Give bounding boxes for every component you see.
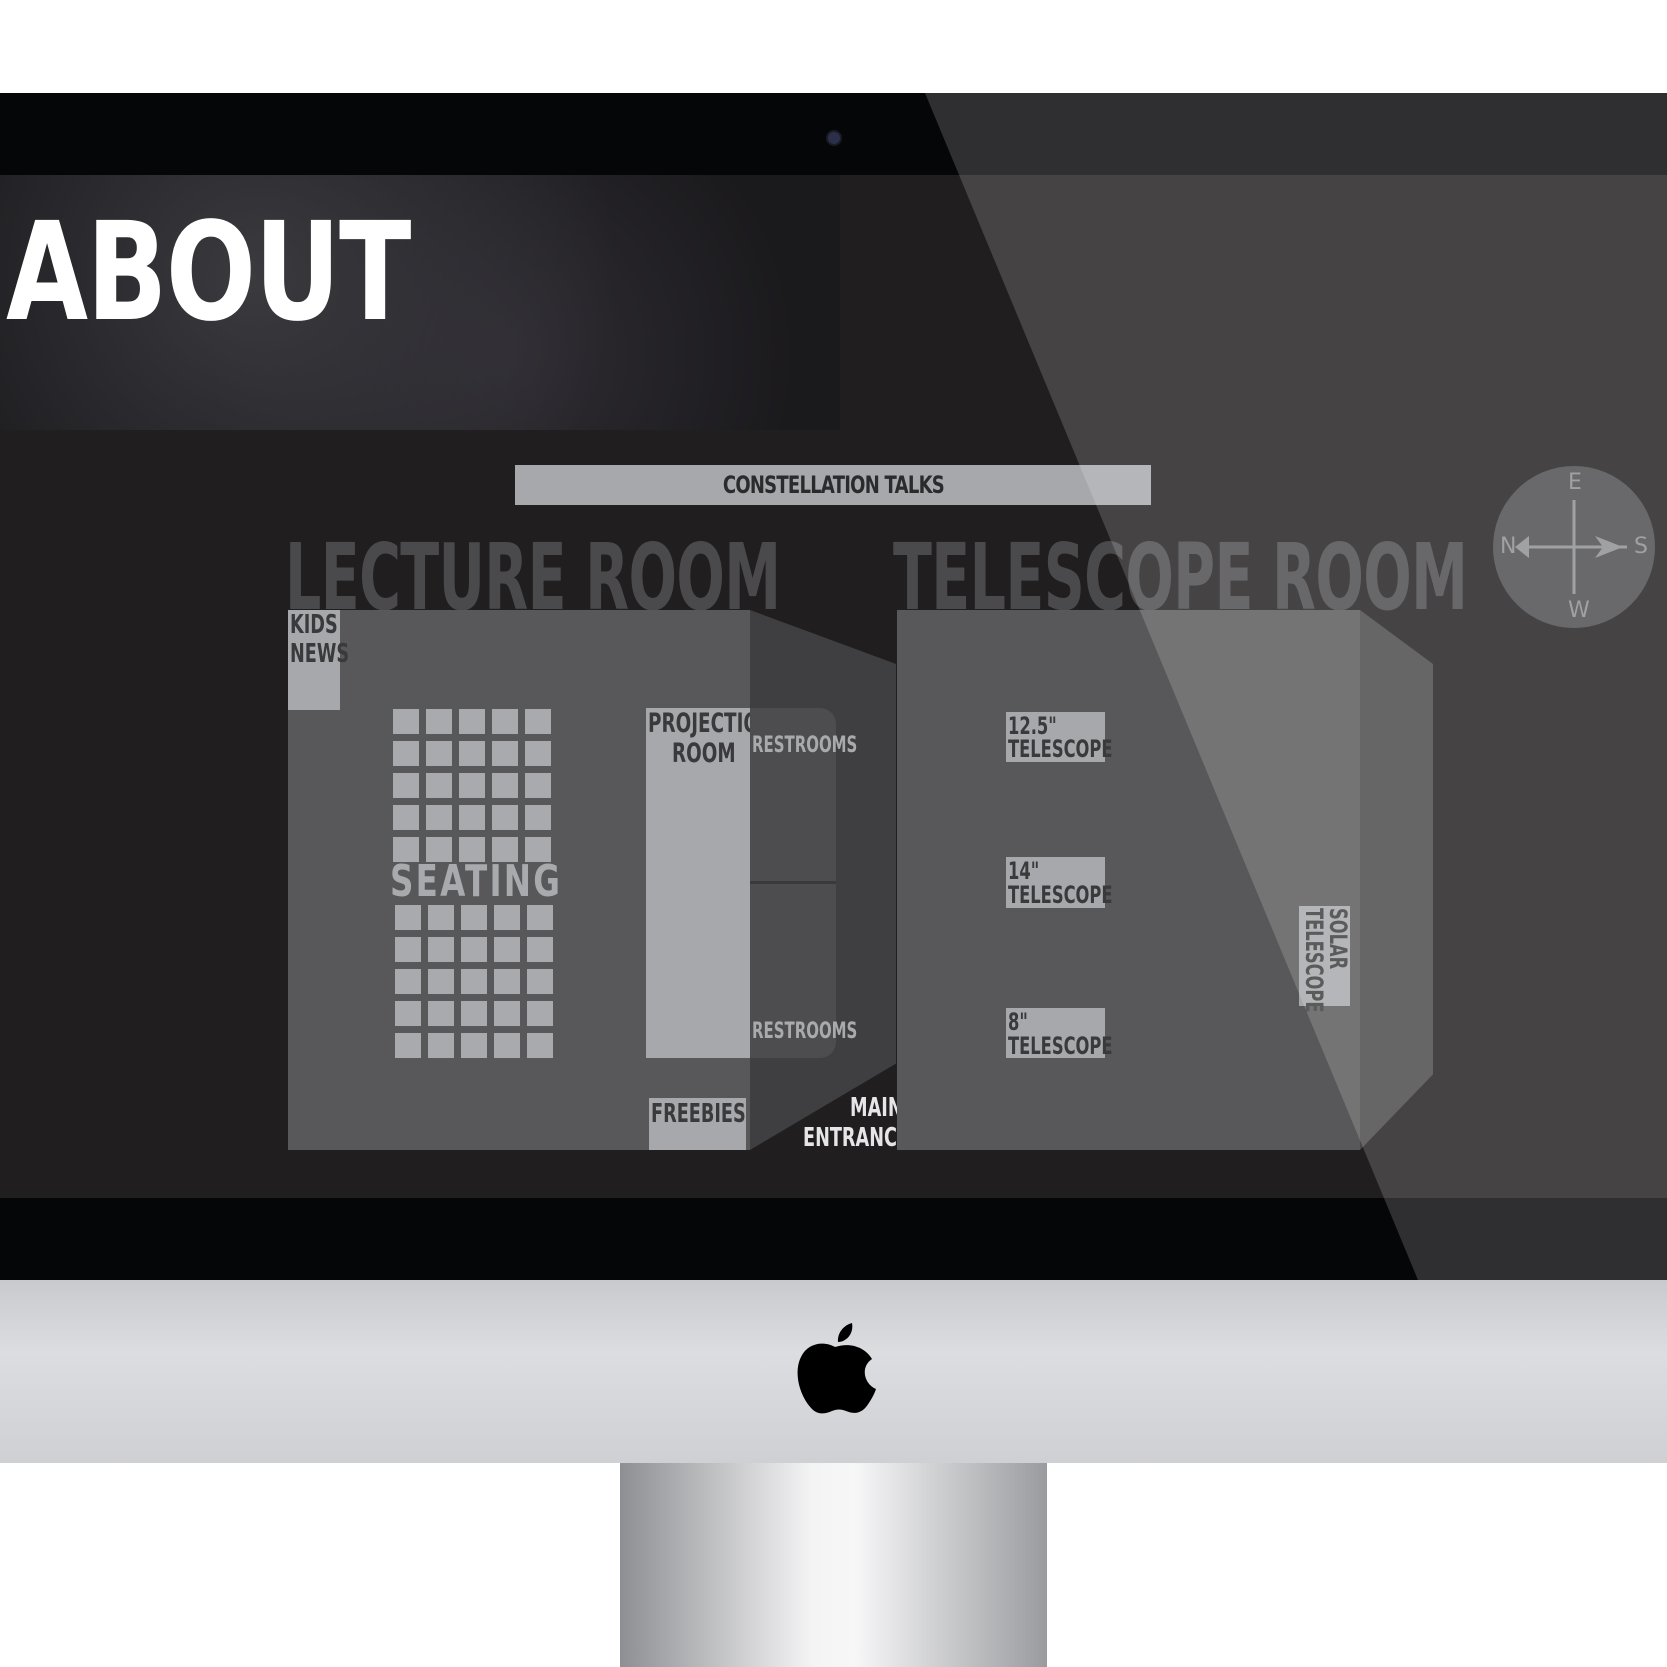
seat	[428, 937, 454, 962]
seat	[395, 1033, 421, 1058]
apple-logo-icon	[790, 1315, 880, 1415]
monitor-screen: ABOUT CONSTELLATION TALKS LECTURE ROOM T…	[0, 175, 1667, 1198]
telescope-8-label: TELESCOPE	[1008, 1032, 1113, 1060]
seat	[492, 709, 518, 734]
seat	[525, 773, 551, 798]
seat	[426, 773, 452, 798]
seat	[527, 905, 553, 930]
camera-icon	[826, 130, 842, 146]
seat	[428, 969, 454, 994]
seat	[494, 1001, 520, 1026]
seating-block-bottom	[395, 905, 559, 1058]
seat	[395, 969, 421, 994]
compass-east: E	[1568, 470, 1582, 495]
constellation-talks-label: CONSTELLATION TALKS	[722, 471, 944, 499]
seat	[494, 937, 520, 962]
seat	[428, 905, 454, 930]
seat	[426, 741, 452, 766]
seat	[492, 741, 518, 766]
seat	[459, 709, 485, 734]
monitor-stand	[620, 1463, 1047, 1667]
telescope-14-size: 14"	[1008, 857, 1040, 885]
seating-block-top	[393, 709, 557, 862]
main-entrance-label-2: ENTRANCE	[803, 1123, 910, 1153]
seat	[459, 805, 485, 830]
compass-south: S	[1634, 534, 1648, 559]
seat	[527, 969, 553, 994]
telescope-12-5-label: TELESCOPE	[1008, 735, 1113, 763]
seat	[395, 1001, 421, 1026]
seat	[393, 709, 419, 734]
seating-label: SEATING	[390, 856, 563, 907]
seat	[393, 773, 419, 798]
seat	[527, 1033, 553, 1058]
seat	[494, 1033, 520, 1058]
seat	[428, 1001, 454, 1026]
compass-icon: E W N S	[1493, 466, 1655, 628]
seat	[525, 709, 551, 734]
seat	[461, 937, 487, 962]
seat	[426, 805, 452, 830]
seat	[494, 905, 520, 930]
telescope-8-size: 8"	[1008, 1008, 1028, 1036]
compass-west: W	[1568, 598, 1590, 623]
seat	[395, 937, 421, 962]
seat	[492, 805, 518, 830]
kids-news-label-2: NEWS	[290, 639, 350, 669]
seat	[494, 969, 520, 994]
seat	[395, 905, 421, 930]
seat	[461, 905, 487, 930]
seat	[461, 969, 487, 994]
restrooms-bottom-label: RESTROOMS	[752, 1019, 858, 1044]
seat	[527, 937, 553, 962]
compass-north: N	[1500, 534, 1517, 559]
telescope-room[interactable]	[897, 610, 1360, 1150]
solar-telescope-text: SOLAR TELESCOPE	[1300, 908, 1352, 1062]
kids-news-label-1: KIDS	[290, 610, 338, 640]
seat	[393, 741, 419, 766]
seat	[459, 773, 485, 798]
solar-telescope-label-2: TELESCOPE	[1300, 908, 1328, 1013]
seat	[426, 709, 452, 734]
telescope-14-label: TELESCOPE	[1008, 881, 1113, 909]
seat	[393, 805, 419, 830]
seat	[461, 1001, 487, 1026]
page-title: ABOUT	[6, 194, 411, 352]
telescope-room-side	[1360, 610, 1433, 1150]
restroom-divider	[750, 881, 836, 884]
freebies-label: FREEBIES	[651, 1099, 746, 1129]
seat	[492, 773, 518, 798]
restrooms-top-label: RESTROOMS	[752, 733, 858, 758]
solar-telescope-label-1: SOLAR	[1324, 908, 1352, 970]
projection-room-label-2: ROOM	[672, 738, 736, 769]
seat	[525, 805, 551, 830]
constellation-talks-banner[interactable]: CONSTELLATION TALKS	[515, 465, 1151, 505]
seat	[461, 1033, 487, 1058]
seat	[527, 1001, 553, 1026]
main-entrance-label-1: MAIN	[850, 1093, 903, 1123]
seat	[459, 741, 485, 766]
seat	[525, 741, 551, 766]
seat	[428, 1033, 454, 1058]
